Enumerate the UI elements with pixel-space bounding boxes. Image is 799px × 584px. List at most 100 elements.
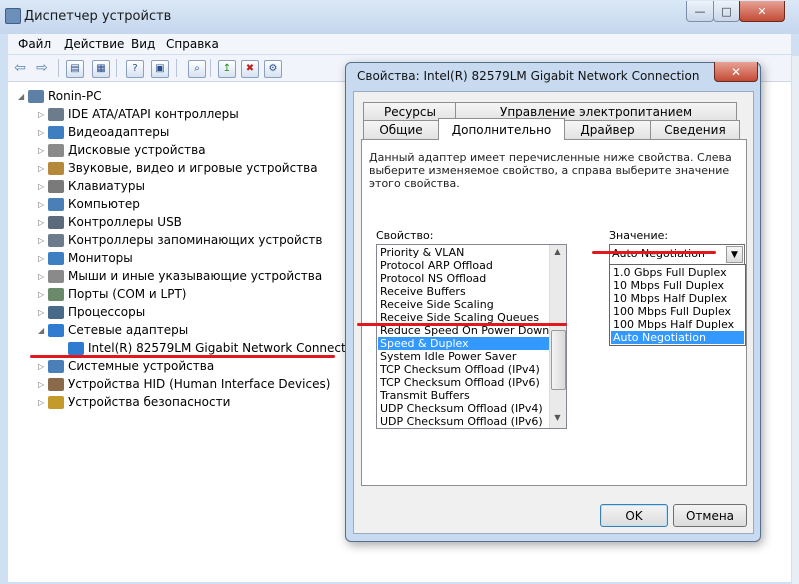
expand-arrow-icon[interactable]: ▷ — [38, 110, 48, 119]
network-adapter-icon — [48, 323, 64, 337]
tab-details[interactable]: Сведения — [650, 120, 740, 139]
ok-button[interactable]: OK — [600, 504, 668, 527]
maximize-button[interactable]: □ — [713, 1, 740, 22]
update-driver-icon[interactable]: ↥ — [218, 60, 236, 78]
property-list-item[interactable]: Protocol ARP Offload — [378, 259, 550, 272]
annotation-underline-device — [30, 355, 335, 358]
help-icon[interactable]: ? — [126, 60, 144, 78]
value-option-item[interactable]: 100 Mbps Full Duplex — [611, 305, 744, 318]
property-list-item[interactable]: UDP Checksum Offload (IPv6) — [378, 415, 550, 428]
tree-item-label: Устройства безопасности — [68, 395, 231, 409]
tree-category-item[interactable]: ▷ Устройства HID (Human Interface Devices… — [38, 375, 330, 393]
tree-category-item[interactable]: ◢ Сетевые адаптеры — [38, 321, 188, 339]
display-adapter-icon — [48, 125, 64, 139]
tree-category-item[interactable]: ▷ IDE ATA/ATAPI контроллеры — [38, 105, 239, 123]
value-options-list[interactable]: 1.0 Gbps Full Duplex 10 Mbps Full Duplex 1… — [609, 264, 746, 346]
dialog-close-button[interactable]: ✕ — [714, 62, 758, 82]
tree-category-item[interactable]: ▷ Мониторы — [38, 249, 133, 267]
value-option-item[interactable]: 100 Mbps Half Duplex — [611, 318, 744, 331]
tree-category-item[interactable]: ▷ Контроллеры запоминающих устройств — [38, 231, 322, 249]
forward-icon[interactable]: ⇨ — [34, 60, 50, 76]
expand-arrow-icon[interactable]: ▷ — [38, 236, 48, 245]
value-option-item[interactable]: 10 Mbps Full Duplex — [611, 279, 744, 292]
property-list-item[interactable]: Speed & Duplex — [378, 337, 550, 350]
property-list-item[interactable]: Transmit Buffers — [378, 389, 550, 402]
disable-device-icon[interactable]: ✖ — [241, 60, 259, 78]
title-bar[interactable]: Диспетчер устройств — □ ✕ — [0, 0, 799, 34]
tree-item-label: Intel(R) 82579LM Gigabit Network Connect… — [88, 341, 364, 355]
scroll-thumb[interactable] — [551, 330, 566, 390]
cancel-button[interactable]: Отмена — [673, 504, 747, 527]
value-option-item[interactable]: 10 Mbps Half Duplex — [611, 292, 744, 305]
menu-file[interactable]: Файл — [18, 37, 51, 51]
tree-root[interactable]: ◢ Ronin-PC — [18, 87, 102, 105]
tab-advanced[interactable]: Дополнительно — [438, 118, 565, 140]
tree-category-item[interactable]: ▷ Устройства безопасности — [38, 393, 230, 411]
uninstall-device-icon[interactable]: ⚙ — [264, 60, 282, 78]
property-list-item[interactable]: Receive Side Scaling — [378, 298, 550, 311]
tree-category-item[interactable]: ▷ Контроллеры USB — [38, 213, 182, 231]
property-list-scrollbar[interactable]: ▲ ▼ — [549, 245, 566, 428]
tree-category-item[interactable]: ▷ Компьютер — [38, 195, 140, 213]
expand-arrow-icon[interactable]: ▷ — [38, 398, 48, 407]
annotation-underline-value — [592, 251, 716, 254]
property-list-item[interactable]: System Idle Power Saver — [378, 350, 550, 363]
expand-arrow-icon[interactable]: ▷ — [38, 200, 48, 209]
property-list-item[interactable]: Receive Buffers — [378, 285, 550, 298]
expand-arrow-icon[interactable]: ▷ — [38, 254, 48, 263]
tree-category-item[interactable]: ▷ Процессоры — [38, 303, 145, 321]
menu-help[interactable]: Справка — [166, 37, 219, 51]
storage-controller-icon — [48, 233, 64, 247]
show-hide-tree-icon[interactable]: ▤ — [66, 60, 84, 78]
menu-view[interactable]: Вид — [131, 37, 155, 51]
close-button[interactable]: ✕ — [739, 1, 785, 22]
minimize-button[interactable]: — — [686, 1, 714, 22]
value-option-item[interactable]: Auto Negotiation — [611, 331, 744, 344]
expand-arrow-icon[interactable]: ▷ — [38, 380, 48, 389]
tree-category-item[interactable]: ▷ Дисковые устройства — [38, 141, 206, 159]
tree-category-item[interactable]: ▷ Порты (COM и LPT) — [38, 285, 186, 303]
toolbar-divider — [58, 59, 59, 77]
view-icon[interactable]: ▣ — [151, 60, 169, 78]
property-list-item[interactable]: Protocol NS Offload — [378, 272, 550, 285]
tree-root-label: Ronin-PC — [48, 89, 102, 103]
disk-drive-icon — [48, 143, 64, 157]
value-dropdown[interactable]: Auto Negotiation ▼ — [609, 244, 745, 265]
disk-controller-icon — [48, 107, 64, 121]
back-icon[interactable]: ⇦ — [12, 60, 28, 76]
value-option-item[interactable]: 1.0 Gbps Full Duplex — [611, 266, 744, 279]
property-list-item[interactable]: UDP Checksum Offload (IPv4) — [378, 402, 550, 415]
tree-category-item[interactable]: ▷ Системные устройства — [38, 357, 214, 375]
property-list-item[interactable]: TCP Checksum Offload (IPv4) — [378, 363, 550, 376]
scan-hardware-icon[interactable]: ⌕ — [188, 60, 206, 78]
tab-driver[interactable]: Драйвер — [563, 120, 652, 139]
property-list-item[interactable]: TCP Checksum Offload (IPv6) — [378, 376, 550, 389]
expand-arrow-icon[interactable]: ▷ — [38, 272, 48, 281]
expand-arrow-icon[interactable]: ▷ — [38, 182, 48, 191]
expand-arrow-icon[interactable]: ▷ — [38, 218, 48, 227]
property-list-item[interactable]: Priority & VLAN — [378, 246, 550, 259]
expand-arrow-icon[interactable]: ▷ — [38, 290, 48, 299]
menu-action[interactable]: Действие — [64, 37, 124, 51]
scroll-up-icon[interactable]: ▲ — [552, 247, 563, 258]
collapse-arrow-icon[interactable]: ◢ — [38, 326, 48, 335]
expand-arrow-icon[interactable]: ▷ — [38, 128, 48, 137]
tree-category-item[interactable]: ▷ Мыши и иные указывающие устройства — [38, 267, 322, 285]
expand-arrow-icon[interactable]: ▷ — [38, 362, 48, 371]
tree-category-item[interactable]: ▷ Видеоадаптеры — [38, 123, 169, 141]
toolbar-divider — [210, 59, 211, 77]
tree-category-item[interactable]: ▷ Звуковые, видео и игровые устройства — [38, 159, 318, 177]
expand-arrow-icon[interactable]: ▷ — [38, 308, 48, 317]
property-list[interactable]: Priority & VLAN Protocol ARP Offload Proto… — [376, 244, 567, 429]
scroll-down-icon[interactable]: ▼ — [552, 413, 563, 424]
computer-icon — [48, 197, 64, 211]
collapse-arrow-icon[interactable]: ◢ — [18, 92, 28, 101]
expand-arrow-icon[interactable]: ▷ — [38, 164, 48, 173]
tree-category-item[interactable]: ▷ Клавиатуры — [38, 177, 145, 195]
chevron-down-icon[interactable]: ▼ — [726, 246, 743, 263]
properties-icon[interactable]: ▦ — [92, 60, 110, 78]
tree-item-label: Контроллеры USB — [68, 215, 182, 229]
tab-general[interactable]: Общие — [363, 120, 439, 139]
expand-arrow-icon[interactable]: ▷ — [38, 146, 48, 155]
properties-dialog: Свойства: Intel(R) 82579LM Gigabit Netwo… — [345, 62, 761, 542]
